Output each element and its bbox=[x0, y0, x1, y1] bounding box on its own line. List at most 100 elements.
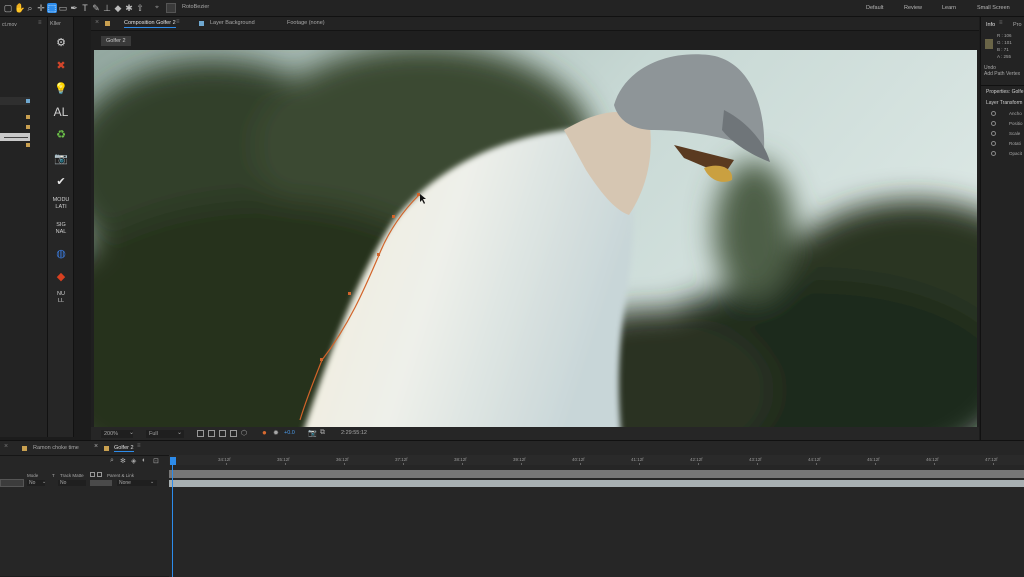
recycle-icon[interactable]: ♻ bbox=[52, 128, 70, 142]
orbit-tool-icon[interactable]: ✛ bbox=[36, 3, 46, 13]
close-icon[interactable]: × bbox=[94, 443, 98, 450]
tab-menu-icon[interactable]: ≡ bbox=[176, 19, 180, 25]
workspace-small-screen[interactable]: Small Screen bbox=[977, 5, 1010, 11]
time-ruler[interactable]: 34:12f 35:12f 36:12f 37:12f 38:12f 39:12f 40:1… bbox=[169, 455, 1024, 465]
color-channel-icon[interactable]: ● bbox=[262, 428, 267, 437]
pen-tool-icon[interactable]: ✒ bbox=[69, 3, 79, 13]
ruler-tick-mark bbox=[285, 463, 286, 465]
column-t[interactable]: T bbox=[52, 473, 55, 478]
column-mode[interactable]: Mode bbox=[27, 473, 38, 478]
top-toolbar: ▢ ✋ ⌕ ✛ ⬚ ▭ ✒ T ✎ ⊥ ◆ ✱ ⇧ ⌖ RotoBezier Default Revie… bbox=[0, 0, 1024, 17]
mask-visibility-icon[interactable] bbox=[219, 430, 226, 437]
property-label: Positio bbox=[1009, 121, 1023, 126]
draft3d-icon[interactable]: ◈ bbox=[131, 457, 136, 465]
tab-timeline-ramon[interactable]: Ramon choke time bbox=[33, 445, 79, 451]
workspace-review[interactable]: Review bbox=[904, 5, 922, 11]
info-r: R : 106 bbox=[997, 33, 1012, 38]
home-tool-icon[interactable]: ▢ bbox=[3, 3, 13, 13]
region-icon[interactable] bbox=[197, 430, 204, 437]
gear-icon[interactable]: ⚙ bbox=[52, 36, 70, 50]
effect-null-label[interactable]: NU LL bbox=[49, 291, 73, 304]
arrows-icon[interactable]: ✖ bbox=[52, 59, 70, 73]
eraser-tool-icon[interactable]: ◆ bbox=[113, 3, 123, 13]
type-tool-icon[interactable]: T bbox=[80, 3, 90, 13]
switch-cells[interactable] bbox=[90, 480, 112, 486]
puppet-tool-icon[interactable]: ⇧ bbox=[135, 3, 145, 13]
stopwatch-icon[interactable] bbox=[991, 131, 996, 136]
stopwatch-icon[interactable] bbox=[991, 141, 996, 146]
switches-icon[interactable] bbox=[90, 472, 95, 477]
tab-menu-icon[interactable]: ≡ bbox=[137, 443, 141, 449]
tab-info[interactable]: Info bbox=[986, 22, 995, 28]
tab-composition[interactable]: Composition Golfer 2 bbox=[124, 20, 176, 28]
ruler-tick-label: 34:12f bbox=[218, 457, 231, 462]
track-matte-dropdown[interactable]: No bbox=[58, 480, 86, 486]
close-icon[interactable]: × bbox=[95, 19, 99, 26]
show-snapshot-icon[interactable]: ⧉ bbox=[320, 429, 325, 437]
3d-view-icon[interactable]: ⬡ bbox=[241, 429, 247, 437]
close-icon[interactable]: × bbox=[4, 443, 8, 450]
guides-icon[interactable] bbox=[230, 430, 237, 437]
timeline-search-icon[interactable]: ⌕ bbox=[110, 457, 114, 465]
layer-row-selected[interactable] bbox=[0, 479, 24, 487]
brush-tool-icon[interactable]: ✎ bbox=[91, 3, 101, 13]
effect-modulati-label[interactable]: MODU LATI bbox=[49, 197, 73, 210]
tab-properties-short[interactable]: Pro bbox=[1013, 22, 1022, 28]
tab-timeline-golfer[interactable]: Golfer 2 bbox=[114, 445, 134, 452]
work-area-bar[interactable] bbox=[169, 470, 1024, 478]
rotobezier-checkbox[interactable] bbox=[166, 3, 176, 13]
motion-blur-icon[interactable]: ◐ bbox=[142, 457, 146, 464]
ruler-tick-label: 45:12f bbox=[867, 457, 880, 462]
stopwatch-icon[interactable] bbox=[991, 151, 996, 156]
stopwatch-icon[interactable] bbox=[991, 111, 996, 116]
transparency-grid-icon[interactable] bbox=[208, 430, 215, 437]
info-g: G : 101 bbox=[997, 40, 1012, 45]
ruler-tick-mark bbox=[462, 463, 463, 465]
playhead-line[interactable] bbox=[172, 465, 173, 577]
graph-editor-icon[interactable]: ⊡ bbox=[153, 457, 159, 465]
layer-track-area[interactable] bbox=[169, 489, 1024, 577]
clone-tool-icon[interactable]: ⊥ bbox=[102, 3, 112, 13]
column-parent[interactable]: Parent & Link bbox=[107, 473, 134, 478]
exposure-value[interactable]: +0.0 bbox=[284, 430, 295, 436]
pin-icon[interactable]: ⌖ bbox=[155, 4, 159, 12]
composition-panel: × Composition Golfer 2 ≡ Layer Backgroun… bbox=[91, 17, 979, 444]
stopwatch-icon[interactable] bbox=[991, 121, 996, 126]
layer-label-icon bbox=[199, 21, 204, 26]
comp-breadcrumb[interactable]: Golfer 2 bbox=[101, 36, 131, 46]
select-tool-icon[interactable]: ⬚ bbox=[47, 3, 57, 13]
camera-icon[interactable]: 📷 bbox=[52, 152, 70, 166]
bulb-icon[interactable]: 💡 bbox=[52, 82, 70, 96]
ruler-tick-label: 46:12f bbox=[926, 457, 939, 462]
playhead-handle[interactable] bbox=[170, 457, 176, 465]
comp-flowchart-icon[interactable]: ✻ bbox=[120, 457, 126, 465]
diamond-icon[interactable]: ◆ bbox=[52, 270, 70, 284]
modes-icon[interactable] bbox=[97, 472, 102, 477]
check-icon[interactable]: ✔ bbox=[52, 175, 70, 189]
tab-menu-icon[interactable]: ≡ bbox=[999, 20, 1003, 26]
workspace-default[interactable]: Default bbox=[866, 5, 883, 11]
roto-tool-icon[interactable]: ✱ bbox=[124, 3, 134, 13]
hand-tool-icon[interactable]: ✋ bbox=[14, 3, 25, 13]
globe-icon[interactable]: ◍ bbox=[52, 247, 70, 261]
effect-signal-label[interactable]: SIG NAL bbox=[49, 222, 73, 235]
composition-viewer[interactable] bbox=[94, 50, 977, 444]
workspace-learn[interactable]: Learn bbox=[942, 5, 956, 11]
chevron-down-icon: ⌄ bbox=[129, 430, 135, 436]
tab-layer[interactable]: Layer Background bbox=[210, 20, 255, 26]
undo-action: Add Path Vertex bbox=[984, 71, 1021, 77]
property-label: Rotati bbox=[1009, 141, 1021, 146]
snapshot-camera-icon[interactable]: 📷 bbox=[308, 429, 317, 437]
panel-menu-icon[interactable]: ≡ bbox=[38, 20, 42, 26]
column-track-matte[interactable]: Track Matte bbox=[60, 473, 84, 478]
effect-al-label[interactable]: AL bbox=[49, 106, 73, 118]
exposure-icon[interactable]: ✹ bbox=[273, 429, 279, 437]
ruler-tick-label: 36:12f bbox=[336, 457, 349, 462]
property-label: Scale bbox=[1009, 131, 1021, 136]
current-timecode[interactable]: 2:29:55:12 bbox=[341, 430, 367, 436]
layer-duration-bar[interactable] bbox=[169, 480, 1024, 487]
tab-footage[interactable]: Footage (none) bbox=[287, 20, 325, 26]
rotobezier-label: RotoBezier bbox=[182, 4, 210, 10]
zoom-tool-icon[interactable]: ⌕ bbox=[25, 3, 35, 13]
rect-mask-tool-icon[interactable]: ▭ bbox=[58, 3, 68, 13]
